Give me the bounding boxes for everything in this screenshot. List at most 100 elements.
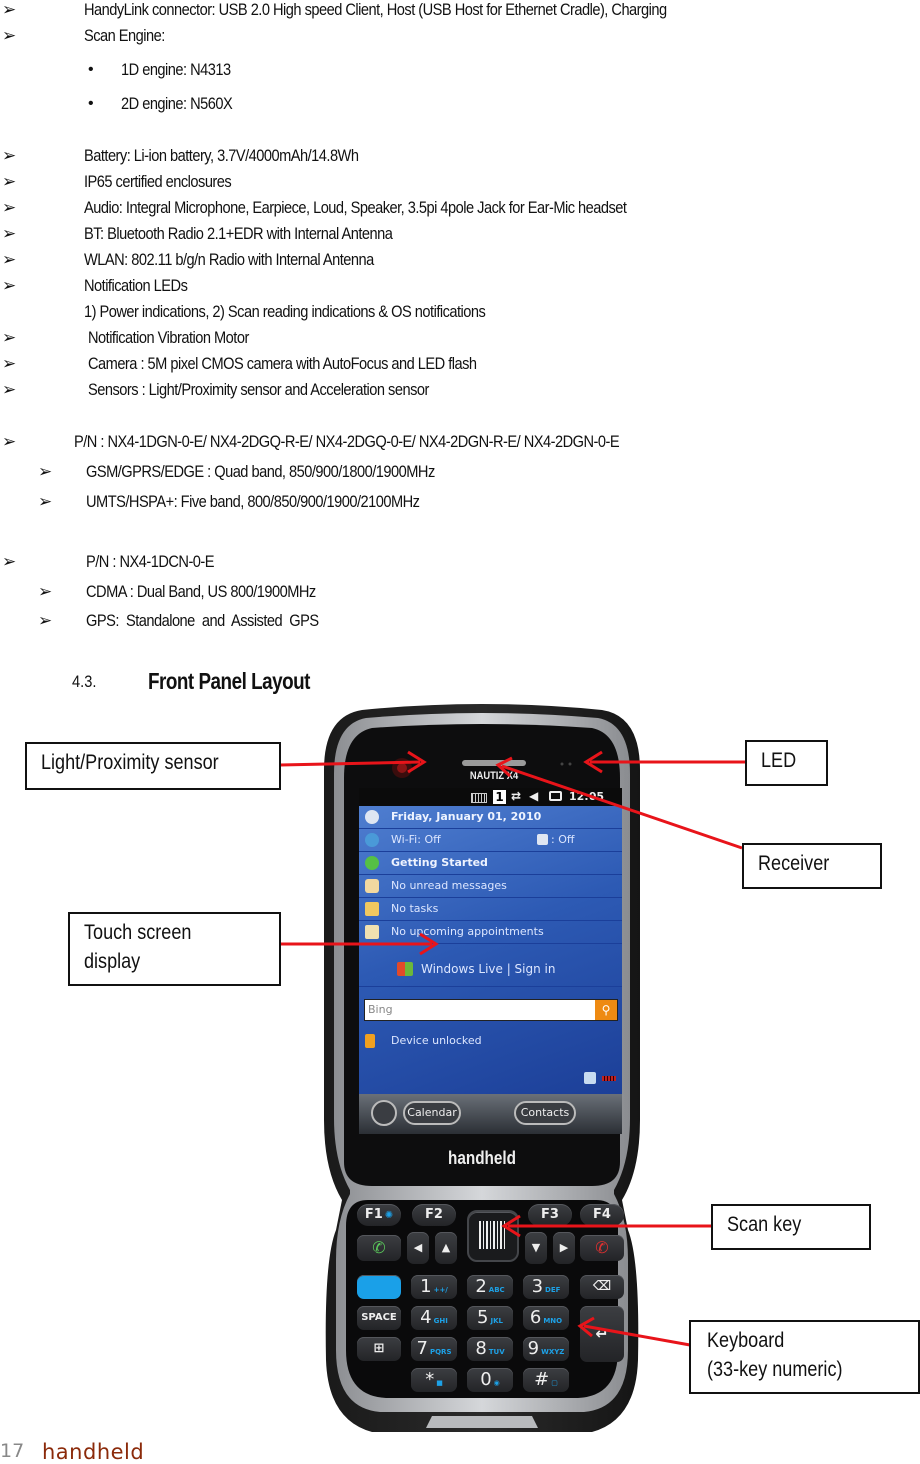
backspace-icon: ⌫ xyxy=(592,1279,612,1294)
led-icon xyxy=(560,762,564,766)
model-label: NAUTIZ X4 xyxy=(469,770,519,782)
key-8[interactable]: 8 TUV xyxy=(467,1337,513,1361)
scan-key[interactable] xyxy=(467,1210,519,1262)
arrow-bullet-icon: ➢ xyxy=(2,0,17,20)
phone-answer-icon: ✆ xyxy=(372,1238,386,1257)
windows-logo-icon: ⊞ xyxy=(373,1341,385,1356)
arrow-left-icon: ◀ xyxy=(413,1241,423,1254)
key-3[interactable]: 3 DEF xyxy=(523,1275,569,1299)
barcode-icon xyxy=(479,1221,505,1249)
section-title: Front Panel Layout xyxy=(148,668,310,694)
receiver-icon xyxy=(462,760,526,766)
spec-item: Notification LEDs xyxy=(84,276,188,295)
touch-screen[interactable]: 1 ⇄ ◀ 12:05 Friday, January 01, 2010 Wi-… xyxy=(359,788,622,1134)
callout-touch-screen: Touch screen display xyxy=(68,912,281,986)
key-hash[interactable]: # ▢ xyxy=(523,1368,569,1392)
key-9[interactable]: 9 WXYZ xyxy=(523,1337,569,1361)
status-bar: 1 ⇄ ◀ 12:05 xyxy=(359,788,622,806)
pn-subitem: GPS: Standalone and Assisted GPS xyxy=(86,611,319,630)
date-row[interactable]: Friday, January 01, 2010 xyxy=(359,806,622,829)
enter-icon: ↵ xyxy=(595,1324,609,1343)
device-image: NAUTIZ X4 1 ⇄ ◀ 12:05 Friday, January 01… xyxy=(322,700,642,1440)
f1-key[interactable]: F1 ✺ xyxy=(357,1204,401,1226)
calendar-softkey[interactable]: Calendar xyxy=(403,1101,461,1125)
keyboard-indicator-icon[interactable] xyxy=(602,1076,616,1081)
wifi-icon xyxy=(365,833,379,847)
search-icon[interactable]: ⚲ xyxy=(595,1000,617,1020)
getting-started-text: Getting Started xyxy=(391,856,488,869)
right-key[interactable]: ▶ xyxy=(553,1232,575,1264)
key-1[interactable]: 1 ++/ xyxy=(411,1275,457,1299)
footer-brand: handheld xyxy=(42,1440,145,1464)
bluetooth-status: : Off xyxy=(551,833,575,846)
spec-subitem: 1D engine: N4313 xyxy=(121,60,231,79)
f4-key[interactable]: F4 xyxy=(580,1204,624,1226)
page-number: 17 xyxy=(0,1440,25,1462)
end-call-key[interactable]: ✆ xyxy=(580,1235,624,1261)
appointments-text: No upcoming appointments xyxy=(391,925,544,938)
arrow-bullet-icon: ➢ xyxy=(2,224,17,244)
today-screen: Friday, January 01, 2010 Wi-Fi: Off : Of… xyxy=(359,806,622,1094)
left-key[interactable]: ◀ xyxy=(407,1232,429,1264)
enter-key[interactable]: ↵ xyxy=(580,1306,624,1362)
down-key[interactable]: ▼ xyxy=(525,1232,547,1264)
spec-item: Sensors : Light/Proximity sensor and Acc… xyxy=(88,380,429,399)
bing-search-input[interactable]: Bing ⚲ xyxy=(364,999,618,1021)
start-button[interactable] xyxy=(371,1100,397,1126)
spec-item: Audio: Integral Microphone, Earpiece, Lo… xyxy=(84,198,627,217)
f3-key[interactable]: F3 xyxy=(528,1204,572,1226)
calendar-icon xyxy=(365,925,379,939)
windows-key[interactable]: ⊞ xyxy=(357,1337,401,1361)
notification-icon[interactable] xyxy=(584,1072,596,1084)
arrow-up-icon: ▲ xyxy=(441,1241,451,1254)
section-number: 4.3. xyxy=(72,672,97,691)
space-key[interactable]: SPACE xyxy=(357,1306,401,1330)
arrow-bullet-icon: ➢ xyxy=(2,552,17,572)
key-2[interactable]: 2 ABC xyxy=(467,1275,513,1299)
key-7[interactable]: 7 PQRS xyxy=(411,1337,457,1361)
messages-text: No unread messages xyxy=(391,879,507,892)
wifi-row[interactable]: Wi-Fi: Off : Off xyxy=(359,829,622,852)
phone-hangup-icon: ✆ xyxy=(595,1238,609,1257)
tasks-row[interactable]: No tasks xyxy=(359,898,622,921)
line-indicator: 1 xyxy=(493,790,506,804)
arrow-bullet-icon: ➢ xyxy=(2,380,17,400)
bullet-icon: • xyxy=(88,95,94,112)
key-4[interactable]: 4 GHI xyxy=(411,1306,457,1330)
key-star[interactable]: * ■ xyxy=(411,1368,457,1392)
getting-started-row[interactable]: Getting Started xyxy=(359,852,622,875)
up-key[interactable]: ▲ xyxy=(435,1232,457,1264)
callout-keyboard: Keyboard (33-key numeric) xyxy=(689,1320,920,1394)
callout-receiver: Receiver xyxy=(742,843,882,889)
battery-icon xyxy=(549,791,562,801)
windows-logo-icon xyxy=(397,962,413,976)
arrow-bullet-icon: ➢ xyxy=(2,172,17,192)
call-key[interactable]: ✆ xyxy=(357,1235,401,1261)
f2-key[interactable]: F2 xyxy=(412,1204,456,1226)
bullet-icon: • xyxy=(88,61,94,78)
key-0[interactable]: 0 ◉ xyxy=(467,1368,513,1392)
key-6[interactable]: 6 MNO xyxy=(523,1306,569,1330)
unlock-icon xyxy=(365,1034,375,1048)
callout-led: LED xyxy=(745,740,828,786)
spec-subitem: 2D engine: N560X xyxy=(121,94,233,113)
tasks-icon xyxy=(365,902,379,916)
windows-live-row[interactable]: Windows Live | Sign in xyxy=(359,952,622,987)
arrow-bullet-icon: ➢ xyxy=(38,611,53,631)
search-placeholder: Bing xyxy=(368,1003,393,1016)
windows-live-text: Windows Live | Sign in xyxy=(421,962,556,976)
arrow-down-icon: ▼ xyxy=(531,1241,541,1254)
device-status-text: Device unlocked xyxy=(391,1034,482,1047)
data-transfer-icon: ⇄ xyxy=(511,789,522,803)
backspace-key[interactable]: ⌫ xyxy=(580,1275,624,1299)
blue-function-key[interactable] xyxy=(357,1275,401,1299)
key-5[interactable]: 5 JKL xyxy=(467,1306,513,1330)
device-lock-row[interactable]: Device unlocked xyxy=(359,1030,622,1052)
appointments-row[interactable]: No upcoming appointments xyxy=(359,921,622,944)
contacts-softkey[interactable]: Contacts xyxy=(514,1101,576,1125)
spec-item: Notification Vibration Motor xyxy=(88,328,249,347)
messages-row[interactable]: No unread messages xyxy=(359,875,622,898)
pn-subitem: CDMA : Dual Band, US 800/1900MHz xyxy=(86,582,316,601)
signal-icon xyxy=(471,793,487,803)
spec-item: Camera : 5M pixel CMOS camera with AutoF… xyxy=(88,354,477,373)
